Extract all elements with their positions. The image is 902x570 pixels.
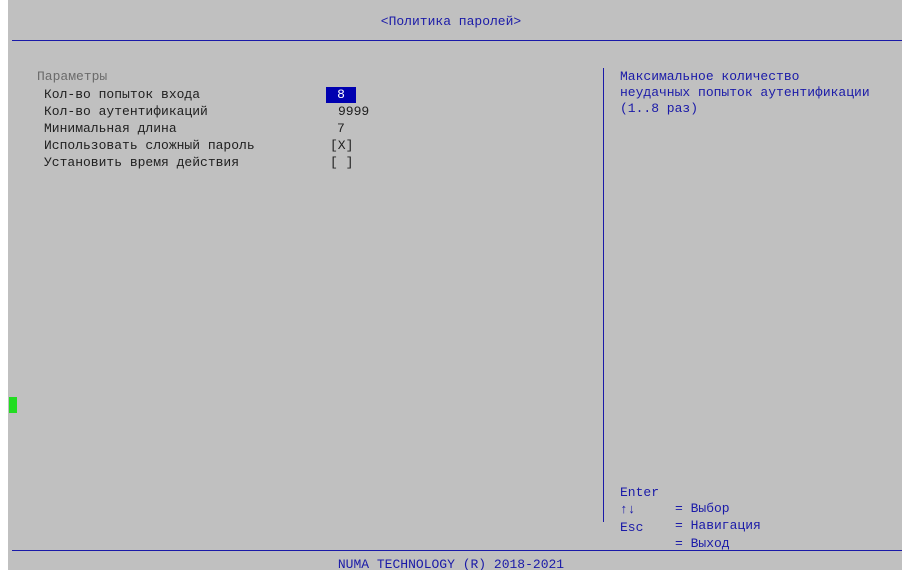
option-complex-password-checkbox[interactable]: [X] (330, 138, 353, 154)
option-min-length-value[interactable]: 7 (337, 121, 345, 137)
option-auth-count-value[interactable]: 9999 (338, 104, 369, 120)
option-min-length-label[interactable]: Минимальная длина (44, 121, 177, 137)
option-expiry-time-label[interactable]: Установить время действия (44, 155, 239, 171)
bottom-divider (12, 550, 902, 551)
option-login-attempts-value[interactable]: 8 (326, 87, 356, 103)
key-hint-key: Esc (620, 520, 644, 535)
option-complex-password-label[interactable]: Использовать сложный пароль (44, 138, 255, 154)
option-expiry-time-checkbox[interactable]: [ ] (330, 155, 353, 171)
help-description: Максимальное количество неудачных попыто… (620, 69, 870, 116)
bios-screen: <Политика паролей> Параметры Кол-во попы… (0, 0, 902, 570)
key-hint-action: = Навигация (675, 518, 761, 533)
top-divider (12, 40, 902, 41)
text-cursor (9, 397, 17, 413)
section-label: Параметры (37, 69, 108, 84)
help-divider (603, 68, 604, 522)
footer-copyright: NUMA TECHNOLOGY (R) 2018-2021 (337, 557, 565, 570)
option-login-attempts-label[interactable]: Кол-во попыток входа (44, 87, 200, 103)
option-auth-count-label[interactable]: Кол-во аутентификаций (44, 104, 208, 120)
key-hint-action: = Выбор (675, 501, 730, 516)
page-title: <Политика паролей> (380, 14, 522, 29)
